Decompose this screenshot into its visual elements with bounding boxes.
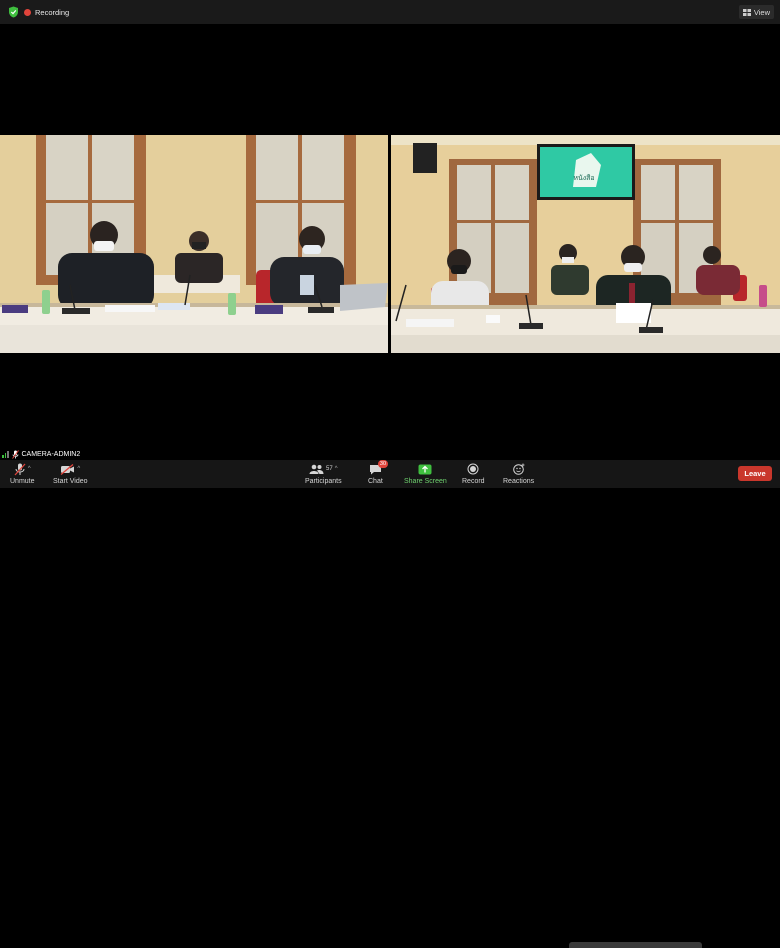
top-status-bar: Recording View [0,0,780,24]
share-screen-button[interactable]: Share Screen [404,462,447,485]
view-button[interactable]: View [738,5,774,19]
recording-indicator[interactable]: Recording [24,5,69,19]
record-button[interactable]: Record [462,462,485,485]
video-camera-off-icon [60,463,75,475]
recording-dot-icon [24,8,31,16]
microphone-muted-icon [14,463,26,475]
participants-count: 57 [326,466,333,472]
grid-view-icon [742,8,751,16]
speaker-name: CAMERA-ADMIN2 [21,450,81,458]
meeting-room-video-left [0,135,388,353]
smiley-reaction-icon [512,463,525,475]
participants-caret-icon[interactable]: ^ [335,466,338,472]
unmute-button[interactable]: ^ Unmute [10,462,35,485]
audio-options-caret-icon[interactable]: ^ [28,466,31,472]
chat-unread-badge: 30 [377,460,389,468]
start-video-label: Start Video [53,478,88,485]
recording-label: Recording [35,7,70,17]
share-screen-arrow-icon [418,464,432,474]
video-tile-left[interactable] [0,135,388,353]
unmute-label: Unmute [10,478,35,485]
record-label: Record [462,478,485,485]
participants-button[interactable]: 57 ^ Participants [305,462,342,485]
share-screen-label: Share Screen [404,478,447,485]
participants-label: Participants [305,478,342,485]
meeting-toolbar: ^ Unmute ^ Start Video 57 ^ Participants [0,460,780,948]
video-options-caret-icon[interactable]: ^ [77,466,80,472]
start-video-button[interactable]: ^ Start Video [53,462,88,485]
muted-mic-icon [11,449,19,459]
toolbar-scroll-indicator [569,942,702,948]
record-icon [467,463,479,475]
chat-button[interactable]: 30 Chat [368,460,389,485]
chat-label: Chat [368,478,383,485]
shield-check-icon[interactable] [8,6,19,18]
meeting-room-video-right: หนังสือ [391,135,780,353]
speaker-name-bar: CAMERA-ADMIN2 [0,448,80,460]
view-label: View [753,7,770,17]
reactions-button[interactable]: Reactions [503,462,534,485]
signal-strength-icon [2,450,9,458]
reactions-label: Reactions [503,478,535,485]
screen-text: หนังสือ [573,174,594,182]
video-tile-right[interactable]: หนังสือ [391,135,780,353]
leave-button[interactable]: Leave [738,466,772,481]
participants-icon [309,464,324,474]
